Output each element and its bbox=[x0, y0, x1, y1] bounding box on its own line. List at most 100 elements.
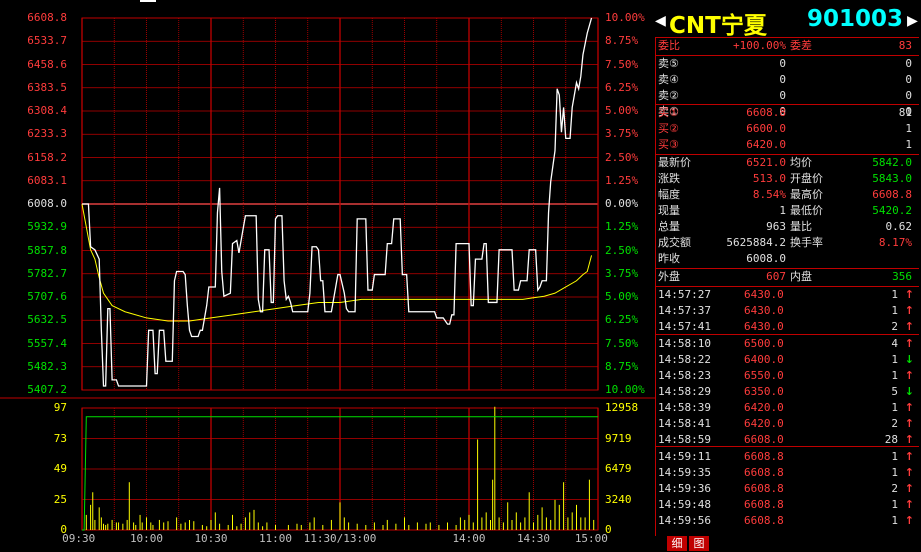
tick-volume: 1 bbox=[891, 304, 898, 317]
tick-row: 14:58:23 6550.0 1 ↑ bbox=[658, 368, 916, 384]
tick-price: 6420.0 bbox=[744, 417, 784, 430]
price-tick-label: 6233.3 bbox=[27, 127, 67, 141]
time-tick-label: 11:00 bbox=[258, 532, 293, 545]
tick-volume: 2 bbox=[891, 482, 898, 495]
percent-tick-label: 3.75% bbox=[605, 266, 639, 280]
tick-time: 14:57:41 bbox=[658, 320, 711, 333]
ask-row: 卖② 0 0 bbox=[658, 88, 916, 104]
tick-volume: 1 bbox=[891, 288, 898, 301]
tick-volume: 5 bbox=[891, 385, 898, 398]
up-arrow-icon: ↑ bbox=[904, 450, 914, 463]
tick-time: 14:59:11 bbox=[658, 450, 711, 463]
next-stock-arrow-icon[interactable]: ▶ bbox=[907, 10, 918, 31]
stock-code: 901003 bbox=[807, 6, 904, 32]
tick-price: 6608.8 bbox=[744, 466, 784, 479]
bottom-tabs: 细 图 bbox=[667, 536, 727, 552]
price-tick-label: 5782.7 bbox=[27, 266, 67, 280]
up-arrow-icon: ↑ bbox=[904, 320, 914, 333]
down-arrow-icon: ↓ bbox=[904, 353, 914, 366]
prev-stock-arrow-icon[interactable]: ◀ bbox=[655, 10, 666, 31]
up-arrow-icon: ↑ bbox=[904, 288, 914, 301]
time-tick-label: 10:00 bbox=[129, 532, 164, 545]
price-tick-label: 6608.8 bbox=[27, 11, 67, 24]
order-diff-label: 委差 bbox=[790, 39, 812, 52]
tick-volume: 1 bbox=[891, 369, 898, 382]
tick-volume: 1 bbox=[891, 514, 898, 527]
stat-value: 513.0 bbox=[752, 172, 786, 185]
tab-detail[interactable]: 细 bbox=[667, 536, 687, 551]
quote-panel: ◀ CNT宁夏 901003 ▶ 委比 +100.00% 委差 83 卖⑤ 0 0 卖④ 0 0 卖… bbox=[655, 0, 919, 552]
order-ratio-value: +100.00% bbox=[733, 39, 786, 52]
time-tick-label: 14:00 bbox=[452, 532, 486, 545]
percent-tick-label: 8.75% bbox=[605, 359, 639, 373]
stat-row: 成交额 5625884.2 换手率 8.17% bbox=[658, 235, 916, 251]
percent-tick-label: 6.25% bbox=[605, 80, 639, 94]
panel-divider bbox=[655, 446, 919, 447]
ask-price: 0 bbox=[779, 89, 786, 102]
tick-time: 14:58:23 bbox=[658, 369, 711, 382]
tick-volume: 1 bbox=[891, 353, 898, 366]
intraday-chart[interactable] bbox=[0, 0, 655, 552]
stat-value: 6608.8 bbox=[872, 188, 912, 201]
price-tick-label: 5857.8 bbox=[27, 243, 67, 257]
tick-volume: 2 bbox=[891, 320, 898, 333]
tick-time: 14:58:22 bbox=[658, 353, 711, 366]
tick-price: 6430.0 bbox=[744, 304, 784, 317]
prev-close-value: 6008.0 bbox=[746, 252, 786, 265]
bid-level-label: 买③ bbox=[658, 138, 679, 151]
stat-label: 成交额 bbox=[658, 236, 691, 249]
up-arrow-icon: ↑ bbox=[904, 466, 914, 479]
panel-left-border bbox=[655, 37, 656, 536]
percent-tick-label: 7.50% bbox=[605, 336, 639, 350]
tick-row: 14:59:48 6608.8 1 ↑ bbox=[658, 497, 916, 513]
stat-value: 963 bbox=[766, 220, 786, 233]
ask-price: 0 bbox=[779, 57, 786, 70]
tick-time: 14:58:39 bbox=[658, 401, 711, 414]
stat-label: 涨跌 bbox=[658, 172, 680, 185]
stat-value: 6521.0 bbox=[746, 156, 786, 169]
percent-tick-label: 5.00% bbox=[605, 290, 639, 303]
ask-level-label: 卖⑤ bbox=[658, 57, 679, 70]
ask-price: 0 bbox=[779, 73, 786, 86]
stat-value: 8.54% bbox=[752, 188, 786, 201]
tick-volume: 1 bbox=[891, 498, 898, 511]
tick-time: 14:57:37 bbox=[658, 304, 711, 317]
inner-volume-label: 内盘 bbox=[790, 270, 812, 283]
ask-volume: 0 bbox=[905, 57, 912, 70]
tick-volume: 1 bbox=[891, 466, 898, 479]
stat-value: 8.17% bbox=[878, 236, 912, 249]
tick-volume: 1 bbox=[891, 401, 898, 414]
tick-price: 6420.0 bbox=[744, 401, 784, 414]
tick-row: 14:58:29 6350.0 5 ↓ bbox=[658, 384, 916, 400]
tab-chart[interactable]: 图 bbox=[689, 536, 709, 551]
percent-tick-label: 3.75% bbox=[605, 127, 639, 141]
outer-volume-label: 外盘 bbox=[658, 270, 680, 283]
stat-label: 均价 bbox=[790, 156, 812, 169]
up-arrow-icon: ↑ bbox=[904, 401, 914, 414]
tick-row: 14:59:56 6608.8 1 ↑ bbox=[658, 513, 916, 529]
tick-volume: 1 bbox=[891, 450, 898, 463]
price-tick-label: 5407.2 bbox=[27, 383, 67, 396]
stat-label: 现量 bbox=[658, 204, 680, 217]
price-tick-label: 5482.3 bbox=[27, 359, 67, 373]
bid-volume: 1 bbox=[905, 122, 912, 135]
price-tick-label: 6458.6 bbox=[27, 57, 67, 71]
percent-tick-label: 5.00% bbox=[605, 104, 639, 117]
ask-volume: 0 bbox=[905, 73, 912, 86]
up-arrow-icon: ↑ bbox=[904, 514, 914, 527]
down-arrow-icon: ↓ bbox=[904, 385, 914, 398]
stat-row: 涨跌 513.0 开盘价 5843.0 bbox=[658, 171, 916, 187]
up-arrow-icon: ↑ bbox=[904, 337, 914, 350]
up-arrow-icon: ↑ bbox=[904, 304, 914, 317]
bid-volume: 81 bbox=[898, 106, 912, 119]
tick-time: 14:58:41 bbox=[658, 417, 711, 430]
tick-time: 14:58:10 bbox=[658, 337, 711, 350]
bid-row: 买① 6608.8 81 bbox=[658, 105, 916, 121]
percent-tick-label: 1.25% bbox=[605, 220, 639, 234]
stat-row: 总量 963 量比 0.62 bbox=[658, 219, 916, 235]
tick-row: 14:58:22 6400.0 1 ↓ bbox=[658, 352, 916, 368]
tick-row: 14:59:36 6608.8 2 ↑ bbox=[658, 481, 916, 497]
bid-price: 6600.0 bbox=[746, 122, 786, 135]
panel-divider bbox=[655, 334, 919, 335]
stock-name: CNT宁夏 bbox=[669, 13, 767, 39]
